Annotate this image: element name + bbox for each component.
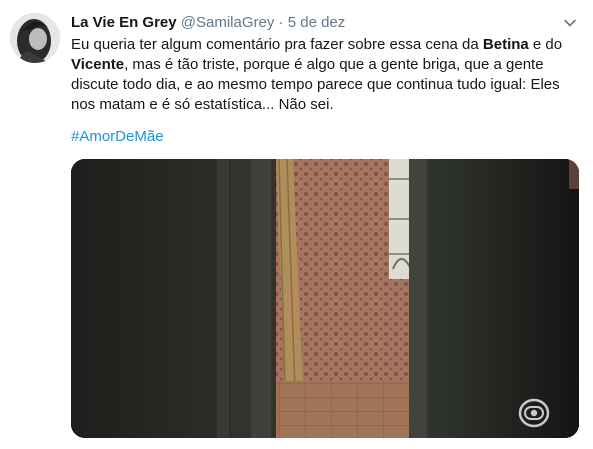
tweet-text-part: e do [528, 36, 563, 53]
tweet-text: Eu queria ter algum comentário pra fazer… [71, 35, 583, 115]
hashtag-link[interactable]: #AmorDeMãe [71, 127, 164, 147]
avatar[interactable] [10, 13, 60, 63]
chevron-down-icon[interactable] [561, 14, 579, 32]
media-image [71, 159, 579, 438]
tweet-text-part: , mas é tão triste, porque é algo que a … [71, 56, 560, 113]
separator-dot: · [278, 14, 284, 31]
tweet-timestamp[interactable]: 5 de dez [288, 14, 346, 31]
mention-betina: Betina [482, 36, 529, 53]
tweet-header: La Vie En Grey @SamilaGrey · 5 de dez [71, 13, 563, 33]
author-handle[interactable]: @SamilaGrey [181, 14, 275, 31]
tweet-text-part: Eu queria ter algum comentário pra fazer… [71, 36, 483, 53]
tweet-media[interactable] [71, 159, 579, 438]
globo-logo-icon [517, 398, 551, 428]
avatar-image [10, 13, 60, 63]
tweet[interactable]: La Vie En Grey @SamilaGrey · 5 de dez Eu… [0, 0, 593, 449]
mention-vicente: Vicente [71, 56, 125, 73]
author-name[interactable]: La Vie En Grey [71, 14, 177, 31]
